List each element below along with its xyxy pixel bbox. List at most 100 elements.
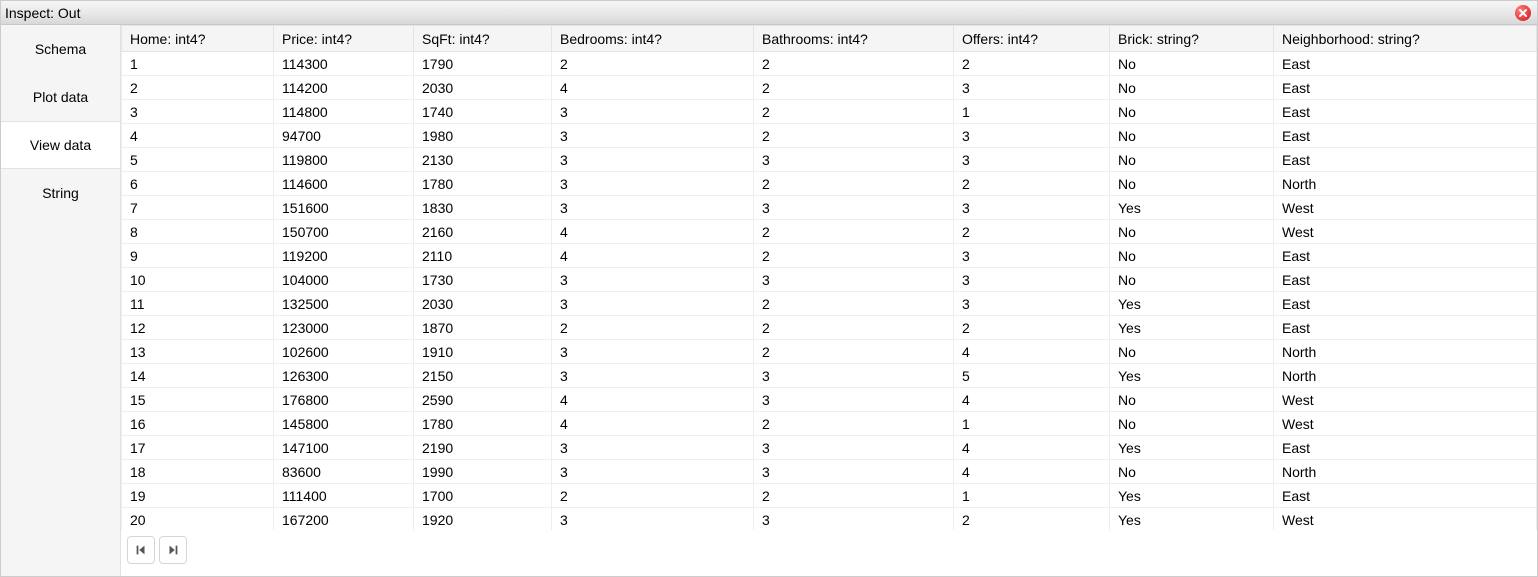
table-cell: 119800 [274,148,414,172]
table-cell: 1870 [414,316,552,340]
table-cell: No [1110,172,1274,196]
table-row[interactable]: 61146001780322NoNorth [122,172,1537,196]
table-cell: 3 [754,148,954,172]
table-scroll[interactable]: Home: int4?Price: int4?SqFt: int4?Bedroo… [121,25,1537,530]
table-cell: 13 [122,340,274,364]
table-cell: 1780 [414,172,552,196]
table-cell: 3 [754,268,954,292]
table-cell: No [1110,52,1274,76]
table-row[interactable]: 131026001910324NoNorth [122,340,1537,364]
table-cell: 94700 [274,124,414,148]
table-cell: No [1110,220,1274,244]
table-cell: 3 [754,388,954,412]
table-cell: 6 [122,172,274,196]
tab-string[interactable]: String [1,169,120,217]
table-cell: 2 [552,52,754,76]
table-row[interactable]: 171471002190334YesEast [122,436,1537,460]
table-cell: 114300 [274,52,414,76]
table-cell: West [1274,388,1537,412]
table-cell: 3 [954,148,1110,172]
table-cell: 3 [552,460,754,484]
table-row[interactable]: 191114001700221YesEast [122,484,1537,508]
table-cell: 2190 [414,436,552,460]
table-cell: East [1274,436,1537,460]
table-cell: 2150 [414,364,552,388]
column-header[interactable]: Home: int4? [122,26,274,52]
table-cell: 2 [754,220,954,244]
table-cell: West [1274,220,1537,244]
table-cell: 1740 [414,100,552,124]
table-cell: 3 [552,292,754,316]
table-cell: East [1274,316,1537,340]
table-cell: 114200 [274,76,414,100]
table-cell: 1700 [414,484,552,508]
table-row[interactable]: 91192002110423NoEast [122,244,1537,268]
tab-label: String [42,185,79,201]
window-body: Schema Plot data View data String Home: … [1,25,1537,576]
table-row[interactable]: 71516001830333YesWest [122,196,1537,220]
table-cell: 2 [754,412,954,436]
table-cell: 3 [552,364,754,388]
table-cell: 2 [122,76,274,100]
table-cell: East [1274,484,1537,508]
column-header[interactable]: Bedrooms: int4? [552,26,754,52]
tab-plot-data[interactable]: Plot data [1,73,120,121]
table-cell: Yes [1110,196,1274,220]
table-cell: 4 [552,76,754,100]
table-cell: 111400 [274,484,414,508]
table-cell: 3 [552,124,754,148]
table-row[interactable]: 161458001780421NoWest [122,412,1537,436]
table-cell: East [1274,244,1537,268]
first-page-button[interactable] [127,536,155,564]
table-cell: 8 [122,220,274,244]
table-row[interactable]: 141263002150335YesNorth [122,364,1537,388]
table-cell: 114600 [274,172,414,196]
table-cell: 1910 [414,340,552,364]
table-cell: 4 [954,388,1110,412]
table-cell: 2 [754,100,954,124]
next-page-button[interactable] [159,536,187,564]
tab-schema[interactable]: Schema [1,25,120,73]
table-row[interactable]: 51198002130333NoEast [122,148,1537,172]
table-cell: 17 [122,436,274,460]
table-cell: 1830 [414,196,552,220]
tab-label: Plot data [33,89,88,105]
sidebar: Schema Plot data View data String [1,25,121,576]
table-cell: 147100 [274,436,414,460]
table-cell: 1780 [414,412,552,436]
table-row[interactable]: 11143001790222NoEast [122,52,1537,76]
tab-view-data[interactable]: View data [1,121,120,169]
table-row[interactable]: 121230001870222YesEast [122,316,1537,340]
table-row[interactable]: 81507002160422NoWest [122,220,1537,244]
column-header[interactable]: Brick: string? [1110,26,1274,52]
column-header[interactable]: Bathrooms: int4? [754,26,954,52]
table-cell: 3 [954,76,1110,100]
column-header[interactable]: SqFt: int4? [414,26,552,52]
table-row[interactable]: 101040001730333NoEast [122,268,1537,292]
table-row[interactable]: 151768002590434NoWest [122,388,1537,412]
table-body: 11143001790222NoEast21142002030423NoEast… [122,52,1537,531]
table-cell: 2 [754,340,954,364]
pager [121,530,1537,576]
table-row[interactable]: 31148001740321NoEast [122,100,1537,124]
tab-label: Schema [35,41,86,57]
table-cell: 3 [954,124,1110,148]
table-row[interactable]: 4947001980323NoEast [122,124,1537,148]
column-header[interactable]: Neighborhood: string? [1274,26,1537,52]
table-cell: North [1274,364,1537,388]
table-cell: 132500 [274,292,414,316]
column-header[interactable]: Price: int4? [274,26,414,52]
table-row[interactable]: 111325002030323YesEast [122,292,1537,316]
table-cell: 5 [954,364,1110,388]
table-cell: 1 [122,52,274,76]
column-header[interactable]: Offers: int4? [954,26,1110,52]
table-cell: East [1274,124,1537,148]
table-cell: Yes [1110,364,1274,388]
table-cell: 2 [552,316,754,340]
table-row[interactable]: 21142002030423NoEast [122,76,1537,100]
table-cell: East [1274,268,1537,292]
table-cell: 2 [754,76,954,100]
table-row[interactable]: 201672001920332YesWest [122,508,1537,531]
table-row[interactable]: 18836001990334NoNorth [122,460,1537,484]
close-button[interactable] [1515,5,1531,21]
